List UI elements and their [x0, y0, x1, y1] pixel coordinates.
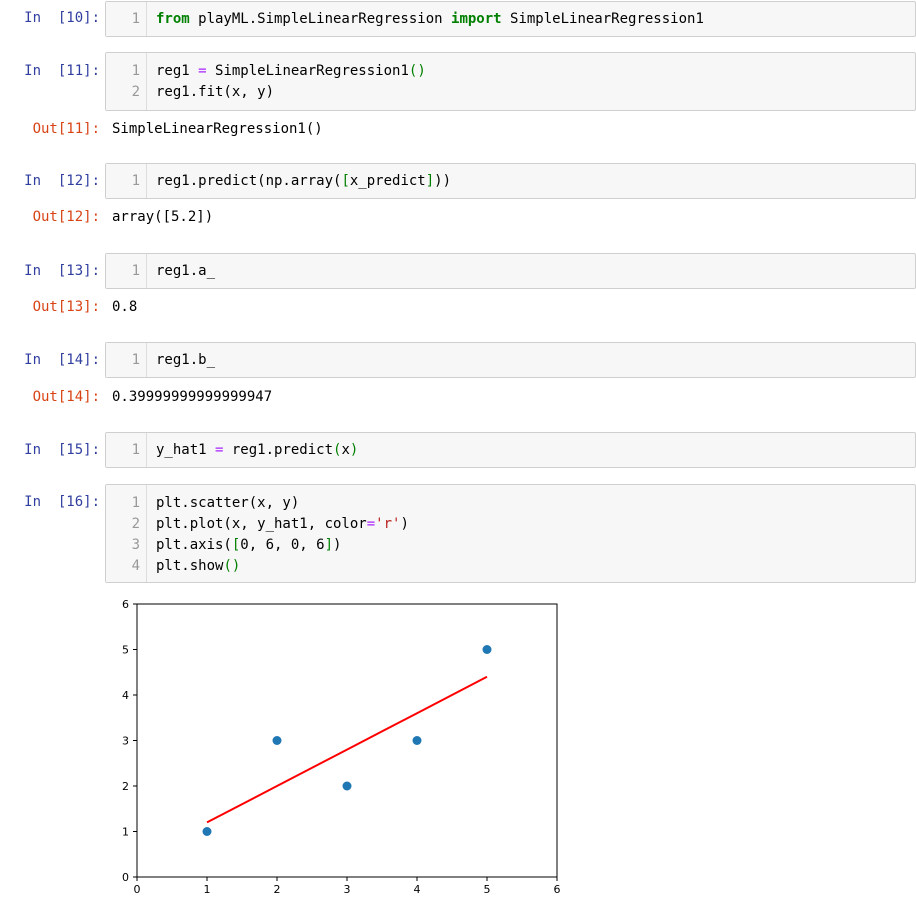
- scatter-point: [482, 645, 492, 654]
- scatter-point: [412, 736, 422, 745]
- y-tick-label: 0: [122, 871, 129, 884]
- code-editor[interactable]: 1 2 reg1 = SimpleLinearRegression1() reg…: [105, 52, 916, 111]
- code-line: reg1.predict(np.array([x_predict])): [156, 173, 452, 189]
- line-gutter: 1 2: [106, 53, 147, 110]
- x-tick-label: 3: [344, 883, 351, 896]
- in-prompt: In [11]:: [24, 63, 100, 79]
- in-prompt: In [12]:: [24, 173, 100, 189]
- y-tick-label: 1: [122, 826, 129, 839]
- scatter-point: [342, 781, 352, 791]
- code-editor[interactable]: 1 reg1.predict(np.array([x_predict])): [105, 163, 916, 199]
- in-prompt: In [13]:: [24, 263, 100, 279]
- line-number: 2: [131, 516, 140, 532]
- scatter-point: [272, 736, 282, 745]
- code-line: plt.show(): [156, 558, 241, 574]
- code-editor[interactable]: 1 reg1.a_: [105, 253, 916, 289]
- line-number: 1: [131, 442, 140, 458]
- line-gutter: 1: [106, 164, 147, 198]
- in-prompt: In [16]:: [24, 494, 100, 510]
- line-number: 1: [131, 11, 140, 27]
- code-line: plt.scatter(x, y): [156, 495, 300, 511]
- x-tick-label: 4: [414, 883, 421, 896]
- cell-output: 0.8: [112, 299, 138, 315]
- out-prompt: Out[14]:: [32, 389, 100, 405]
- x-tick-label: 0: [134, 883, 141, 896]
- line-number: 1: [131, 173, 140, 189]
- x-tick-label: 2: [274, 883, 281, 896]
- scatter-point: [202, 827, 212, 836]
- line-gutter: 1: [106, 2, 147, 36]
- scatter-line-chart: 0 1 2 3 4 5 6 0 1 2 3 4 5 6: [122, 598, 561, 896]
- cell-output: SimpleLinearRegression1(): [112, 121, 323, 137]
- line-gutter: 1: [106, 433, 147, 467]
- out-prompt: Out[11]:: [32, 121, 100, 137]
- y-tick-label: 6: [122, 598, 129, 611]
- in-prompt: In [14]:: [24, 352, 100, 368]
- y-tick-label: 3: [122, 735, 129, 748]
- out-prompt: Out[12]:: [32, 209, 100, 225]
- plot-output: 0 1 2 3 4 5 6 0 1 2 3 4 5 6: [105, 592, 575, 903]
- code-line: reg1 = SimpleLinearRegression1(): [156, 63, 426, 79]
- code-editor[interactable]: 1 reg1.b_: [105, 342, 916, 378]
- x-tick-label: 1: [204, 883, 211, 896]
- code-line: reg1.a_: [156, 263, 216, 279]
- code-line: reg1.fit(x, y): [156, 84, 275, 100]
- line-number: 1: [131, 352, 140, 368]
- code-line: reg1.b_: [156, 352, 216, 368]
- line-number: 4: [131, 558, 140, 574]
- x-tick-label: 5: [484, 883, 491, 896]
- in-prompt: In [10]:: [24, 10, 100, 26]
- cell-output: 0.39999999999999947: [112, 389, 273, 405]
- x-tick-label: 6: [554, 883, 561, 896]
- out-prompt: Out[13]:: [32, 299, 100, 315]
- line-number: 1: [131, 63, 140, 79]
- cell-output: array([5.2]): [112, 209, 214, 225]
- code-editor[interactable]: 1 2 3 4 plt.scatter(x, y) plt.plot(x, y_…: [105, 484, 916, 583]
- y-tick-label: 5: [122, 644, 129, 657]
- code-line: y_hat1 = reg1.predict(x): [156, 442, 359, 458]
- plot-frame: [136, 603, 558, 878]
- line-number: 1: [131, 263, 140, 279]
- line-gutter: 1: [106, 343, 147, 377]
- code-line: plt.plot(x, y_hat1, color='r'): [156, 516, 409, 532]
- line-number: 1: [131, 495, 140, 511]
- code-line: plt.axis([0, 6, 0, 6]): [156, 537, 342, 553]
- code-line: from playML.SimpleLinearRegression impor…: [156, 11, 704, 27]
- code-editor[interactable]: 1 from playML.SimpleLinearRegression imp…: [105, 1, 916, 37]
- line-gutter: 1: [106, 254, 147, 288]
- line-gutter: 1 2 3 4: [106, 485, 147, 582]
- y-tick-label: 4: [122, 689, 129, 702]
- in-prompt: In [15]:: [24, 442, 100, 458]
- line-number: 2: [131, 84, 140, 100]
- code-editor[interactable]: 1 y_hat1 = reg1.predict(x): [105, 432, 916, 468]
- line-number: 3: [131, 537, 140, 553]
- y-tick-label: 2: [122, 780, 129, 793]
